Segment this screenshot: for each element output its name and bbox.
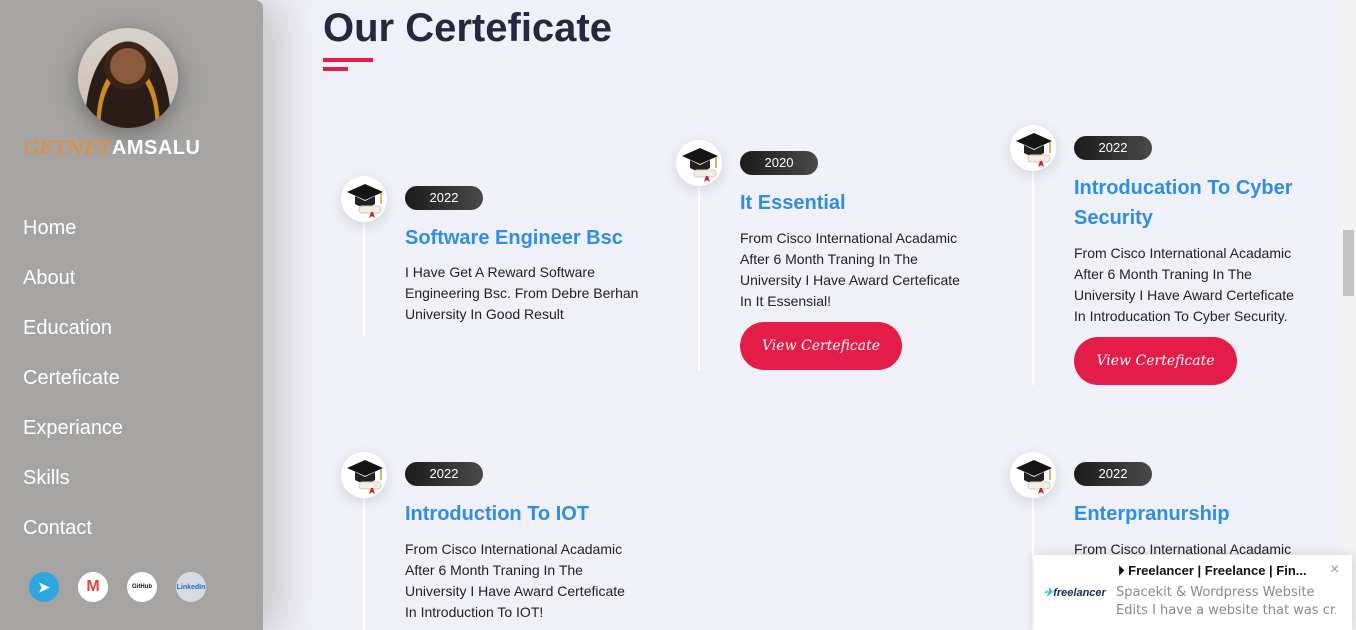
notification-line-2: Edits I have a website that was cr... xyxy=(1116,603,1336,618)
main-content: Our Certeficate 2022 Software Engineer B… xyxy=(263,0,1341,630)
graduation-cap-icon xyxy=(676,140,722,186)
github-icon[interactable]: GitHub xyxy=(127,572,157,602)
sidebar: GETNETAMSALU Home About Education Certef… xyxy=(0,0,263,630)
telegram-icon[interactable]: ➤ xyxy=(29,572,59,602)
certificate-title: It Essential xyxy=(740,192,846,214)
freelancer-logo-text: freelancer xyxy=(1053,587,1106,599)
year-badge: 2022 xyxy=(405,186,483,210)
graduation-cap-icon xyxy=(341,452,387,498)
certificate-card: 2020 It Essential From Cisco Internation… xyxy=(676,140,976,380)
certificate-title: Enterpranurship xyxy=(1074,503,1230,525)
graduation-cap-icon xyxy=(341,176,387,222)
title-underline xyxy=(323,58,373,62)
freelancer-logo: ✈freelancer xyxy=(1044,587,1106,599)
certificate-description: From Cisco International Acadamic After … xyxy=(405,541,625,620)
certificate-description: From Cisco International Acadamic After … xyxy=(1074,245,1294,324)
timeline-line xyxy=(363,492,365,630)
certificate-title: Software Engineer Bsc xyxy=(405,227,623,249)
graduation-cap-icon xyxy=(1010,452,1056,498)
year-badge: 2020 xyxy=(740,151,818,175)
nav-item-contact[interactable]: Contact xyxy=(23,513,123,563)
avatar xyxy=(78,28,178,128)
linkedin-icon[interactable]: LinkedIn xyxy=(176,572,206,602)
nav-item-education[interactable]: Education xyxy=(23,313,123,363)
nav-item-home[interactable]: Home xyxy=(23,213,123,263)
certificate-description: From Cisco International Acadamic After … xyxy=(740,230,960,309)
certificate-description: I Have Get A Reward Software Engineering… xyxy=(405,264,639,322)
view-certificate-button[interactable]: View Certeficate xyxy=(1074,337,1237,385)
timeline-line xyxy=(363,216,365,336)
certificate-title: Introduction To IOT xyxy=(405,503,590,525)
social-links: ➤ M GitHub LinkedIn xyxy=(29,572,206,602)
sidebar-nav: Home About Education Certeficate Experia… xyxy=(23,213,123,563)
close-icon[interactable]: × xyxy=(1330,561,1339,579)
brand-name[interactable]: GETNETAMSALU xyxy=(24,137,200,160)
certificate-card: 2022 Software Engineer Bsc I Have Get A … xyxy=(341,176,641,376)
scrollbar-thumb[interactable] xyxy=(1343,230,1354,296)
nav-item-skills[interactable]: Skills xyxy=(23,463,123,513)
title-underline-short xyxy=(323,67,348,71)
year-badge: 2022 xyxy=(405,462,483,486)
year-badge: 2022 xyxy=(1074,462,1152,486)
notification-title-text: Freelancer | Freelance | Fin... xyxy=(1128,563,1307,578)
gmail-icon[interactable]: M xyxy=(78,572,108,602)
section-title: Our Certeficate xyxy=(323,6,612,50)
view-certificate-button[interactable]: View Certeficate xyxy=(740,322,902,370)
notification-title: ⏵ Freelancer | Freelance | Fin... xyxy=(1118,563,1307,578)
timeline-line xyxy=(698,180,700,370)
nav-item-certeficate[interactable]: Certeficate xyxy=(23,363,123,413)
certificate-card: 2022 Introduction To IOT From Cisco Inte… xyxy=(341,452,641,630)
certificate-card: 2022 Introducation To Cyber Security Fro… xyxy=(1010,125,1310,385)
notification-toast[interactable]: ✈freelancer ⏵ Freelancer | Freelance | F… xyxy=(1034,555,1352,630)
brand-first-name: GETNET xyxy=(24,137,112,159)
notification-line-1: Spacekit & Wordpress Website xyxy=(1116,585,1315,600)
certificate-title: Introducation To Cyber Security xyxy=(1074,177,1293,229)
year-badge: 2022 xyxy=(1074,136,1152,160)
nav-item-experiance[interactable]: Experiance xyxy=(23,413,123,463)
brand-last-name: AMSALU xyxy=(111,137,201,159)
graduation-cap-icon xyxy=(1010,125,1056,171)
nav-item-about[interactable]: About xyxy=(23,263,123,313)
page-scrollbar[interactable] xyxy=(1341,0,1356,630)
timeline-line xyxy=(1032,165,1034,385)
